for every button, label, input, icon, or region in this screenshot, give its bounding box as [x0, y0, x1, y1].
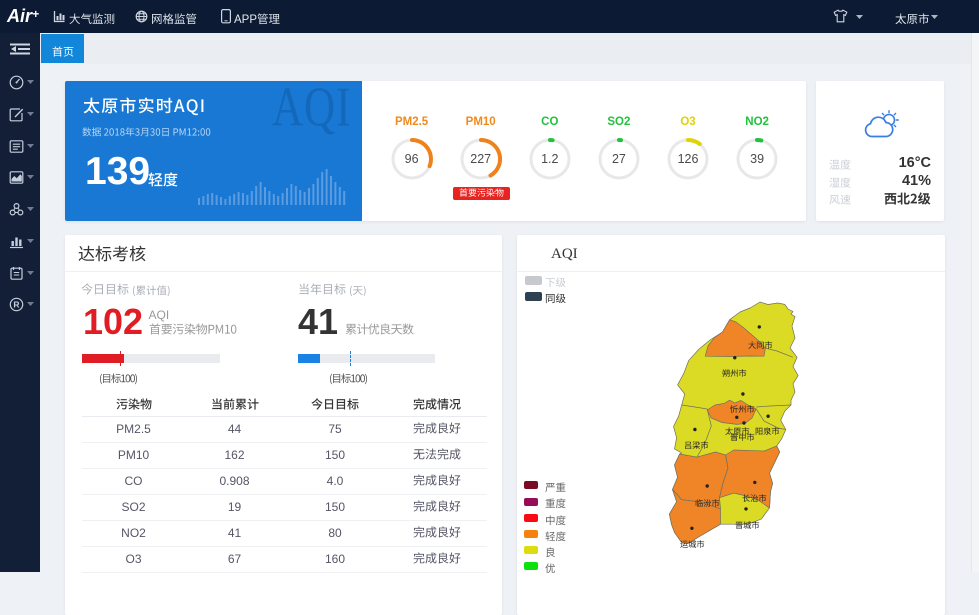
svg-text:R: R: [13, 300, 19, 310]
